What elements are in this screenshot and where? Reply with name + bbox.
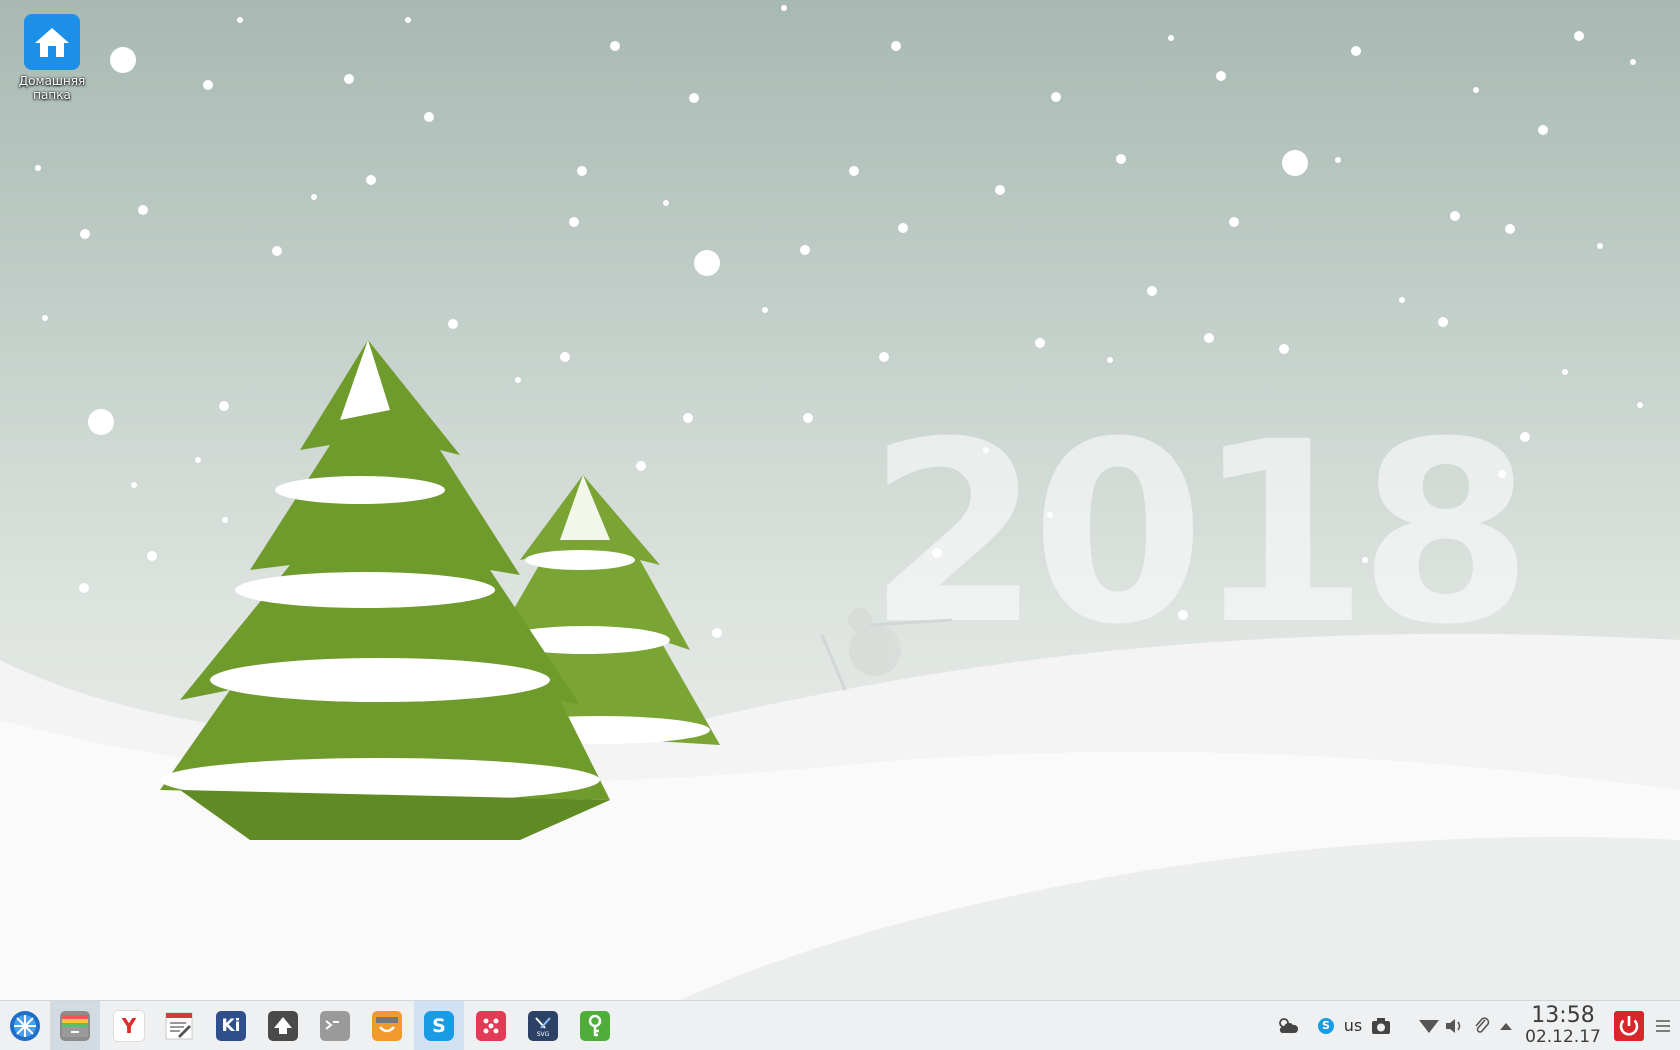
wifi-icon: [1419, 1019, 1439, 1033]
svg-editor-icon: SVG: [528, 1010, 558, 1041]
screenshot-tray[interactable]: [1368, 1001, 1394, 1050]
taskbar: Y Ki S SVG S us 13:58 02.12.17: [0, 1000, 1680, 1050]
power-button[interactable]: [1610, 1001, 1648, 1050]
inkscape-icon: [268, 1010, 298, 1041]
taskbar-app-dots[interactable]: [466, 1001, 516, 1050]
volume-icon: [1446, 1018, 1461, 1033]
wallpaper-art: 2018: [0, 0, 1680, 1000]
clipboard-icon: [1475, 1016, 1490, 1033]
taskbar-app-terminal[interactable]: [310, 1001, 360, 1050]
text-editor-icon: [165, 1012, 193, 1039]
svg-text:SVG: SVG: [537, 1031, 550, 1038]
screenshot-icon: [1372, 1017, 1390, 1034]
expand-arrow-icon: [1500, 1022, 1512, 1030]
panel-menu-button[interactable]: [1650, 1001, 1676, 1050]
clock-date: 02.12.17: [1525, 1027, 1601, 1047]
power-icon: [1614, 1010, 1644, 1041]
weather-icon: [1279, 1017, 1299, 1033]
desktop-icon-home-folder[interactable]: Домашняя папка: [14, 14, 90, 102]
clock-time: 13:58: [1531, 1003, 1595, 1028]
keyboard-layout-indicator[interactable]: us: [1338, 1001, 1368, 1050]
taskbar-app-file-manager[interactable]: [50, 1001, 100, 1050]
dice-icon: [476, 1010, 506, 1041]
taskbar-app-inkscape[interactable]: [258, 1001, 308, 1050]
taskbar-app-text-editor[interactable]: [154, 1001, 204, 1050]
home-folder-icon: [24, 14, 80, 70]
taskbar-app-keepass[interactable]: [570, 1001, 620, 1050]
desktop-icon-label: Домашняя папка: [18, 74, 86, 102]
tray-expand-button[interactable]: [1496, 1001, 1516, 1050]
skype-icon: S: [424, 1010, 454, 1041]
skype-tray-icon: S: [1318, 1017, 1334, 1034]
network-tray[interactable]: [1416, 1001, 1442, 1050]
clock[interactable]: 13:58 02.12.17: [1516, 1001, 1610, 1050]
app-launcher-icon: [10, 1010, 40, 1041]
taskbar-app-skype[interactable]: S: [414, 1001, 464, 1050]
terminal-icon: [320, 1010, 350, 1041]
clipboard-tray[interactable]: [1470, 1001, 1494, 1050]
taskbar-app-yandex-browser[interactable]: Y: [104, 1001, 154, 1050]
weather-tray[interactable]: [1272, 1001, 1302, 1050]
taskbar-app-software-store[interactable]: [362, 1001, 412, 1050]
app-launcher-button[interactable]: [0, 1001, 50, 1050]
keepass-icon: [580, 1010, 610, 1041]
file-manager-icon: [60, 1010, 90, 1041]
taskbar-app-svg-editor[interactable]: SVG: [518, 1001, 568, 1050]
taskbar-app-kiten[interactable]: Ki: [206, 1001, 256, 1050]
skype-tray[interactable]: S: [1314, 1001, 1338, 1050]
menu-icon: [1656, 1019, 1670, 1032]
volume-tray[interactable]: [1442, 1001, 1466, 1050]
yandex-browser-icon: Y: [113, 1009, 145, 1042]
desktop-wallpaper: 2018: [0, 0, 1680, 1000]
store-icon: [372, 1010, 402, 1041]
kiten-icon: Ki: [216, 1010, 246, 1041]
